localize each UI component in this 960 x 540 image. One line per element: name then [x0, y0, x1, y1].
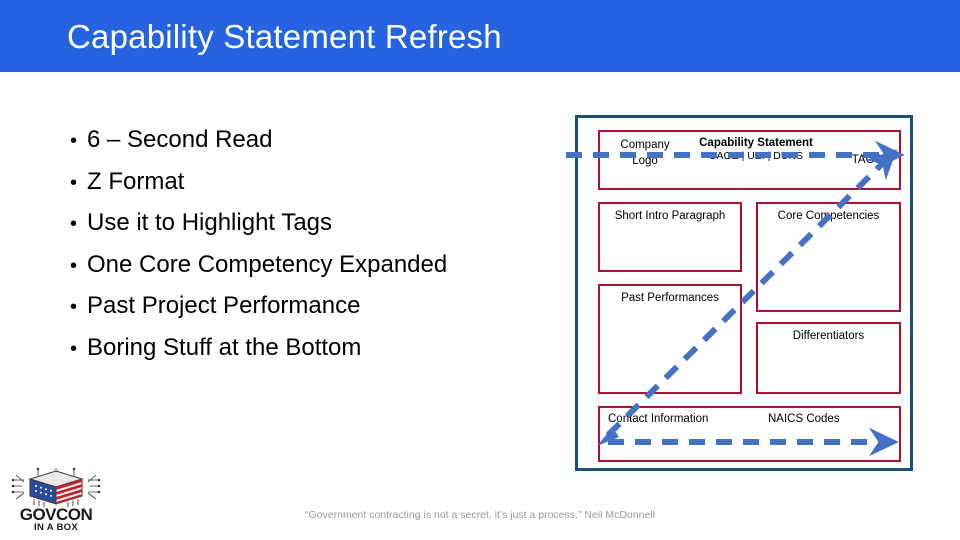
- diagram-box-label: Short Intro Paragraph: [614, 210, 726, 222]
- bullet-marker-icon: •: [70, 130, 78, 152]
- identifier-codes: CAGE | UEI | DUNS: [708, 150, 804, 162]
- diagram-box-short-intro: Short Intro Paragraph: [598, 202, 742, 272]
- diagram-box-past-performances: Past Performances: [598, 284, 742, 394]
- bullet-marker-icon: •: [70, 213, 78, 235]
- govcon-in-a-box-logo: GOVCON IN A BOX: [8, 466, 104, 534]
- naics-codes-label: NAICS Codes: [768, 413, 840, 425]
- capability-statement-heading: Capability Statement CAGE | UEI | DUNS: [688, 137, 824, 162]
- diagram-box-core-competencies: Core Competencies: [756, 202, 901, 312]
- diagram-box-contact: Contact Information NAICS Codes: [598, 406, 901, 462]
- bullet-marker-icon: •: [70, 337, 78, 360]
- bullet-marker-icon: •: [70, 254, 78, 277]
- slide-canvas: Capability Statement Refresh • 6 – Secon…: [0, 0, 960, 540]
- list-item: • 6 – Second Read: [70, 120, 540, 162]
- company-logo-line1: Company: [620, 139, 670, 151]
- logo-tagline: IN A BOX: [34, 522, 78, 533]
- list-item: • Past Project Performance: [70, 286, 540, 328]
- list-item: • Z Format: [70, 162, 540, 204]
- company-logo-line2: Logo: [632, 155, 658, 167]
- bullet-list: • 6 – Second Read • Z Format • Use it to…: [70, 120, 540, 369]
- list-item-label: One Core Competency Expanded: [87, 250, 448, 278]
- list-item-label: Z Format: [87, 167, 185, 195]
- diagram-box-label: Differentiators: [792, 330, 865, 342]
- list-item: • Use it to Highlight Tags: [70, 203, 540, 245]
- contact-information-label: Contact Information: [608, 413, 709, 425]
- list-item-label: Past Project Performance: [87, 292, 361, 319]
- list-item: • Boring Stuff at the Bottom: [70, 328, 540, 370]
- capability-statement-title: Capability Statement: [699, 137, 813, 149]
- list-item-label: 6 – Second Read: [87, 126, 273, 153]
- diagram-box-label: Past Performances: [621, 292, 719, 304]
- tags-label: TAGS: [851, 154, 883, 166]
- diagram-box-header: Company Logo Capability Statement CAGE |…: [598, 130, 901, 190]
- diagram-box-differentiators: Differentiators: [756, 322, 901, 394]
- diagram-box-label: Core Competencies: [777, 210, 880, 222]
- list-item-label: Use it to Highlight Tags: [87, 209, 333, 236]
- footer-quote: “Government contracting is not a secret,…: [305, 509, 655, 521]
- page-title: Capability Statement Refresh: [67, 18, 502, 55]
- capability-statement-layout-diagram: Company Logo Capability Statement CAGE |…: [575, 115, 913, 471]
- bullet-marker-icon: •: [70, 296, 78, 318]
- bullet-marker-icon: •: [70, 171, 78, 194]
- list-item: • One Core Competency Expanded: [70, 245, 540, 287]
- list-item-label: Boring Stuff at the Bottom: [87, 333, 362, 361]
- flag-box-icon: [11, 467, 101, 507]
- company-logo-placeholder: Company Logo: [606, 137, 684, 169]
